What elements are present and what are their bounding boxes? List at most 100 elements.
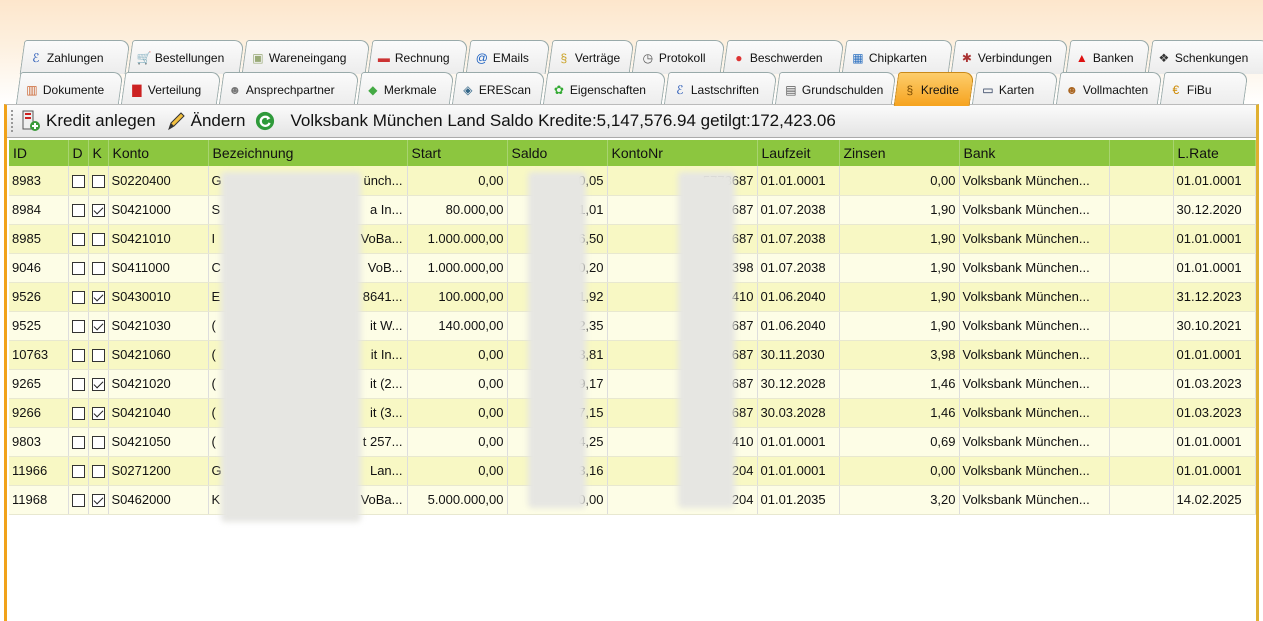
id-cell: 9046 — [9, 253, 69, 283]
tab-emails[interactable]: @ EMails — [465, 40, 551, 74]
d-checkbox[interactable] — [71, 378, 85, 392]
tab-eigenschaften[interactable]: ✿ Eigenschaften — [542, 72, 667, 106]
k-checkbox[interactable] — [91, 233, 105, 247]
table-row[interactable]: 8983S0220400Günch...0,000,05577368701.01… — [9, 166, 1256, 196]
k-checkbox[interactable] — [91, 349, 105, 363]
d-checkbox[interactable] — [71, 174, 85, 188]
table-row[interactable]: 9526 S0430010 E 8641... 100.000,00 1,92 410 01.… — [9, 282, 1256, 312]
column-header[interactable]: Start — [407, 140, 508, 166]
tab-chipkarten[interactable]: ▦ Chipkarten — [841, 40, 954, 74]
k-checkbox[interactable] — [91, 174, 105, 188]
k-checkbox[interactable] — [91, 436, 105, 450]
tab-verteilung[interactable]: ▇ Verteilung — [120, 72, 222, 106]
table-row[interactable]: 9266 S0421040(it (3... 0,00 7,15 687 30.03.20… — [9, 398, 1256, 428]
column-header[interactable]: Konto — [108, 140, 209, 166]
tab-label: FiBu — [1186, 82, 1212, 97]
tab-erescan[interactable]: ◈ EREScan — [451, 72, 546, 106]
k-checkbox[interactable] — [91, 407, 105, 421]
column-header[interactable]: ID — [9, 140, 69, 166]
tab-ansprechpartner[interactable]: ☻ Ansprechpartner — [218, 72, 360, 106]
id-cell: 11968 — [9, 485, 69, 515]
zinsen-cell: 3,20 — [839, 485, 960, 515]
tab-zahlungen[interactable]: ℰ Zahlungen — [19, 40, 131, 74]
d-checkbox[interactable] — [71, 407, 85, 421]
tab-rechnung[interactable]: ▬ Rechnung — [367, 40, 469, 74]
d-checkbox[interactable] — [71, 465, 85, 479]
k-checkbox[interactable] — [91, 291, 105, 305]
k-checkbox[interactable] — [91, 262, 105, 276]
tab-wareneingang[interactable]: ▣ Wareneingang — [241, 40, 371, 74]
table-row[interactable]: 8984 S0421000 Sa In... 80.000,00 1,01 687 01.0… — [9, 195, 1256, 225]
column-header[interactable]: Zinsen — [839, 140, 960, 166]
tab-merkmale[interactable]: ◆ Merkmale — [356, 72, 455, 106]
tab-bestellungen[interactable]: 🛒 Bestellungen — [127, 40, 245, 74]
d-checkbox[interactable] — [71, 494, 85, 508]
edit-button[interactable]: Ändern — [166, 110, 245, 132]
table-row[interactable]: 11966 S0271200 G Lan... 0,00 3,16 204 01.01.000… — [9, 456, 1256, 486]
tab-kredite[interactable]: § Kredite — [893, 72, 975, 106]
toolbar-grip[interactable] — [11, 110, 15, 132]
tab-vollmachten[interactable]: ☻ Vollmachten — [1055, 72, 1163, 106]
tab-verbindungen[interactable]: ✱ Verbindungen — [950, 40, 1069, 74]
start-cell: 1.000.000,00 — [407, 253, 508, 283]
lrate-cell: 30.10.2021 — [1173, 311, 1256, 341]
tab-beschwerden[interactable]: ● Beschwerden — [722, 40, 845, 74]
k-checkbox[interactable] — [91, 378, 105, 392]
d-checkbox[interactable] — [71, 291, 85, 305]
d-checkbox[interactable] — [71, 349, 85, 363]
bank-cell: Volksbank München... — [959, 369, 1110, 399]
lrate-cell: 01.01.0001 — [1173, 427, 1256, 457]
column-header[interactable]: KontoNr — [607, 140, 758, 166]
tab-label: Verträge — [574, 50, 621, 65]
column-header[interactable]: Bank — [959, 140, 1110, 166]
column-header[interactable]: L.Rate — [1173, 140, 1256, 166]
refresh-button[interactable] — [255, 110, 280, 132]
k-cell — [88, 282, 109, 312]
d-checkbox[interactable] — [71, 262, 85, 276]
tab-karten[interactable]: ▭ Karten — [971, 72, 1059, 106]
tab-protokoll[interactable]: ◷ Protokoll — [631, 40, 726, 74]
tab-fibu[interactable]: € FiBu — [1159, 72, 1249, 106]
d-checkbox[interactable] — [71, 204, 85, 218]
table-row[interactable]: 8985 S0421010 I VoBa... 1.000.000,00 6,50 687 0… — [9, 224, 1256, 254]
column-header[interactable]: D — [68, 140, 89, 166]
d-checkbox[interactable] — [71, 436, 85, 450]
column-header[interactable]: Saldo — [507, 140, 608, 166]
table-row[interactable]: 9046 S0411000 C VoB... 1.000.000,00 0,20 398 01… — [9, 253, 1256, 283]
table-row[interactable]: 9525 S0421030(it W... 140.000,00 2,35 687 01.… — [9, 311, 1256, 341]
k-checkbox[interactable] — [91, 465, 105, 479]
id-cell: 9803 — [9, 427, 69, 457]
tab-grundschulden[interactable]: ▤ Grundschulden — [774, 72, 897, 106]
k-cell — [88, 166, 109, 196]
chipcard-icon: ▦ — [852, 50, 864, 65]
d-checkbox[interactable] — [71, 233, 85, 247]
bezeichnung-start: S — [211, 202, 221, 217]
table-row[interactable]: 9265 S0421020(it (2... 0,00 9,17 687 30.12.20… — [9, 369, 1256, 399]
tab-schenkungen[interactable]: ❖ Schenkungen — [1147, 40, 1263, 74]
k-checkbox[interactable] — [91, 494, 105, 508]
bezeichnung-start: C — [211, 260, 221, 275]
column-header[interactable]: K — [88, 140, 109, 166]
create-credit-button[interactable]: Kredit anlegen — [21, 110, 156, 132]
table-row[interactable]: 10763 S0421060(it In... 0,00 3,81 687 30.11.2… — [9, 340, 1256, 370]
start-cell: 0,00 — [407, 456, 508, 486]
tab-lastschriften[interactable]: ℰ Lastschriften — [663, 72, 778, 106]
tab-label: Merkmale — [383, 82, 437, 97]
bezeichnung-end: ünch... — [363, 172, 403, 188]
k-checkbox[interactable] — [91, 204, 105, 218]
table-row[interactable]: 9803 S0421050(t 257... 0,00 4,25 410 01.01.00… — [9, 427, 1256, 457]
tab-verträge[interactable]: § Verträge — [547, 40, 635, 74]
tab-banken[interactable]: ▲ Banken — [1065, 40, 1151, 74]
tab-row-1: ℰ Zahlungen 🛒 Bestellungen ▣ Wareneingang ▬ Rec… — [0, 40, 1263, 74]
k-checkbox[interactable] — [91, 320, 105, 334]
paragraph-icon: § — [906, 82, 914, 97]
cart-icon: 🛒 — [136, 50, 152, 65]
column-header[interactable]: Bezeichnung — [208, 140, 408, 166]
zinsen-cell: 1,90 — [839, 282, 960, 312]
column-header[interactable] — [1109, 140, 1174, 166]
d-checkbox[interactable] — [71, 320, 85, 334]
bezeichnung-end: it (3... — [369, 405, 403, 420]
table-row[interactable]: 11968 S0462000 K VoBa... 5.000.000,00 0,00 204… — [9, 485, 1256, 515]
tab-dokumente[interactable]: ▥ Dokumente — [15, 72, 124, 106]
column-header[interactable]: Laufzeit — [757, 140, 840, 166]
